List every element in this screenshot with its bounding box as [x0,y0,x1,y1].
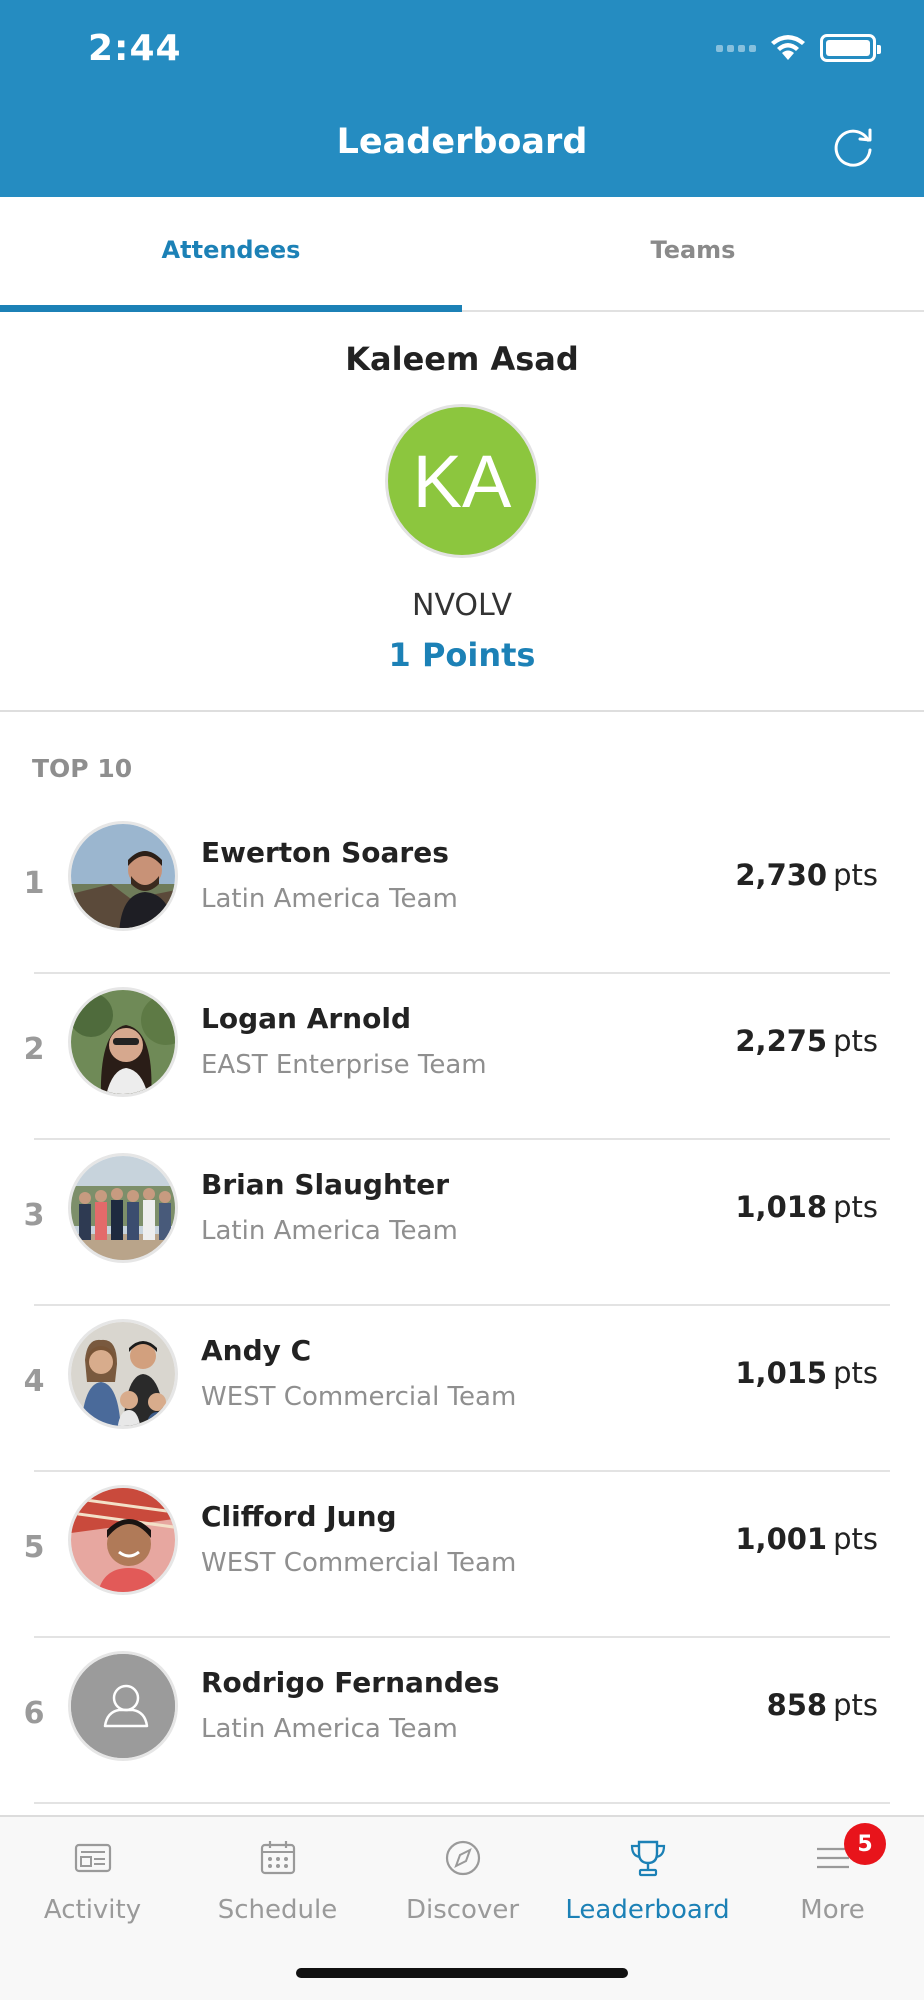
rank-number: 1 [23,866,45,901]
profile-points: 1 Points [388,636,536,674]
my-profile-card: Kaleem Asad KA NVOLV 1 Points [0,312,924,712]
app-header: 2:44 Leaderboard [0,0,924,197]
attendee-name: Rodrigo Fernandes [201,1666,500,1699]
avatar [68,1485,178,1595]
list-item[interactable]: 6 Rodrigo Fernandes Latin America Team 8… [0,1638,924,1804]
attendee-team: Latin America Team [201,1216,458,1246]
rank-number: 5 [23,1530,45,1565]
top10-label: TOP 10 [32,754,133,783]
rank-number: 3 [23,1198,45,1233]
tab-discover[interactable]: Discover [370,1817,555,1937]
profile-organization: NVOLV [412,588,512,623]
attendee-name: Clifford Jung [201,1500,397,1533]
divider [34,1802,890,1804]
avatar [68,1153,178,1263]
tab-more[interactable]: 5 More [740,1817,924,1937]
leaderboard-list: 1 Ewerton Soares Latin America Team 2,73… [0,808,924,1804]
attendee-points: 858 pts [766,1688,878,1722]
list-item[interactable]: 2 Logan Arnold EAST Enterprise Team 2,27… [0,974,924,1140]
tab-label: Schedule [217,1895,338,1925]
list-item[interactable]: 5 Clifford Jung WEST Commercial Team 1,0… [0,1472,924,1638]
attendee-team: EAST Enterprise Team [201,1050,487,1080]
rank-number: 4 [23,1364,45,1399]
rank-number: 6 [23,1696,45,1731]
attendee-team: Latin America Team [201,884,458,914]
avatar [68,1651,178,1761]
tab-label: Discover [405,1895,520,1925]
attendee-name: Logan Arnold [201,1002,411,1035]
attendee-points: 1,015 pts [735,1356,878,1390]
attendee-name: Andy C [201,1334,312,1367]
attendee-team: WEST Commercial Team [201,1548,517,1578]
activity-icon [74,1843,112,1873]
home-indicator [296,1968,628,1978]
calendar-icon [260,1841,296,1875]
avatar [68,821,178,931]
tab-activity[interactable]: Activity [0,1817,185,1937]
battery-icon [820,34,881,62]
status-time: 2:44 [88,28,182,69]
page-title: Leaderboard [336,122,588,162]
avatar [68,987,178,1097]
tab-leaderboard[interactable]: Leaderboard [555,1817,740,1937]
avatar: KA [385,404,539,558]
list-item[interactable]: 4 Andy C WEST Commercial Team 1,015 pts [0,1306,924,1472]
profile-name: Kaleem Asad [345,340,579,378]
attendee-name: Ewerton Soares [201,836,449,869]
compass-icon [445,1840,481,1876]
status-icons [716,34,881,62]
attendee-points: 2,730 pts [735,858,878,892]
tab-label: Activity [43,1895,142,1925]
cellular-signal-icon [716,44,756,52]
notification-badge: 5 [844,1823,886,1865]
attendee-points: 2,275 pts [735,1024,878,1058]
attendee-name: Brian Slaughter [201,1168,450,1201]
attendee-team: Latin America Team [201,1714,458,1744]
tab-label: More [800,1895,865,1925]
list-item[interactable]: 1 Ewerton Soares Latin America Team 2,73… [0,808,924,974]
user-placeholder-icon [71,1654,175,1758]
tab-label: Leaderboard [565,1895,730,1925]
tab-attendees[interactable]: Attendees [0,197,462,312]
refresh-icon[interactable] [830,124,878,172]
tab-teams[interactable]: Teams [462,197,924,310]
attendee-points: 1,018 pts [735,1190,878,1224]
attendee-team: WEST Commercial Team [201,1382,517,1412]
trophy-icon [630,1840,666,1877]
avatar [68,1319,178,1429]
list-item[interactable]: 3 Brian Slaughter Latin America Team 1,0… [0,1140,924,1306]
wifi-icon [771,35,805,60]
tab-schedule[interactable]: Schedule [185,1817,370,1937]
segment-tabs: Attendees Teams [0,197,924,312]
rank-number: 2 [23,1032,45,1067]
attendee-points: 1,001 pts [735,1522,878,1556]
